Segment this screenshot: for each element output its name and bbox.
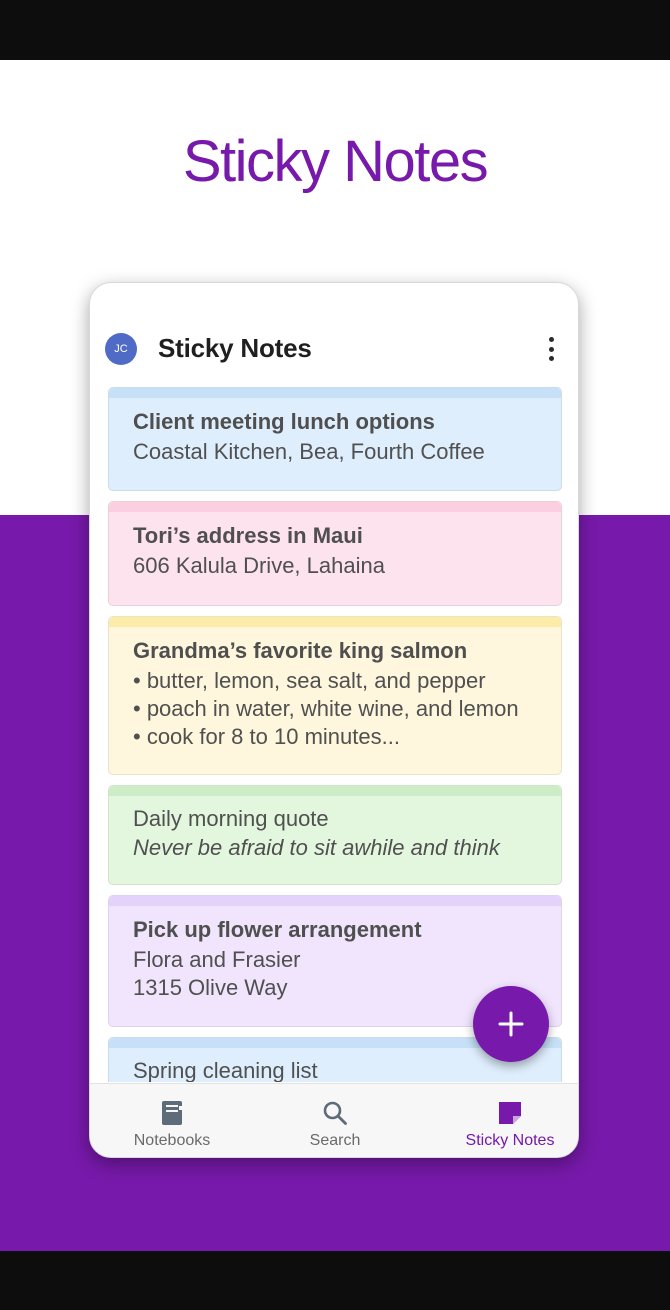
notes-list: Client meeting lunch options Coastal Kit… — [108, 387, 562, 1082]
nav-sticky-notes[interactable]: Sticky Notes — [455, 1084, 565, 1157]
nav-search-label: Search — [309, 1132, 361, 1149]
note-color-strip — [109, 502, 561, 512]
note-title: Pick up flower arrangement — [133, 917, 422, 942]
note-card[interactable]: Client meeting lunch options Coastal Kit… — [108, 387, 562, 491]
note-line: Never be afraid to sit awhile and think — [133, 835, 500, 860]
note-line: Flora and Frasier — [133, 947, 301, 972]
note-title: Daily morning quote — [133, 806, 329, 831]
hero-title: Sticky Notes — [182, 129, 489, 194]
nav-notebooks[interactable]: Notebooks — [126, 1084, 218, 1157]
add-note-button[interactable] — [473, 986, 549, 1062]
note-line: 606 Kalula Drive, Lahaina — [133, 553, 385, 578]
note-title: Grandma’s favorite king salmon — [133, 638, 468, 663]
note-line: 1315 Olive Way — [133, 975, 288, 1000]
bottom-navigation: Notebooks Search Sticky Notes — [90, 1083, 578, 1157]
plus-icon — [498, 1011, 524, 1037]
note-color-strip — [109, 617, 561, 627]
nav-search[interactable]: Search — [300, 1084, 370, 1157]
status-bar — [0, 0, 670, 60]
avatar[interactable]: JC — [105, 333, 137, 365]
app-header: JC Sticky Notes — [90, 323, 578, 379]
note-card[interactable]: Daily morning quote Never be afraid to s… — [108, 785, 562, 885]
page-title: Sticky Notes — [158, 333, 312, 363]
notebook-icon — [159, 1100, 185, 1126]
note-card[interactable]: Grandma’s favorite king salmon • butter,… — [108, 616, 562, 775]
note-title: Spring cleaning list — [133, 1058, 318, 1082]
note-line: • poach in water, white wine, and lemon — [133, 696, 519, 721]
note-color-strip — [109, 388, 561, 398]
note-title: Tori’s address in Maui — [133, 523, 363, 548]
note-line: Coastal Kitchen, Bea, Fourth Coffee — [133, 439, 485, 464]
search-icon — [322, 1100, 348, 1126]
note-card[interactable]: Tori’s address in Maui 606 Kalula Drive,… — [108, 501, 562, 606]
more-options-icon[interactable] — [546, 337, 556, 361]
phone-frame: JC Sticky Notes Client meeting lunch opt… — [89, 282, 579, 1158]
note-color-strip — [109, 896, 561, 906]
sticky-note-icon — [497, 1100, 523, 1126]
note-line: • butter, lemon, sea salt, and pepper — [133, 668, 486, 693]
nav-sticky-notes-label: Sticky Notes — [465, 1132, 555, 1149]
note-title: Client meeting lunch options — [133, 409, 435, 434]
note-color-strip — [109, 786, 561, 796]
navigation-bar — [0, 1251, 670, 1310]
note-line: • cook for 8 to 10 minutes... — [133, 724, 400, 749]
nav-notebooks-label: Notebooks — [133, 1132, 211, 1149]
